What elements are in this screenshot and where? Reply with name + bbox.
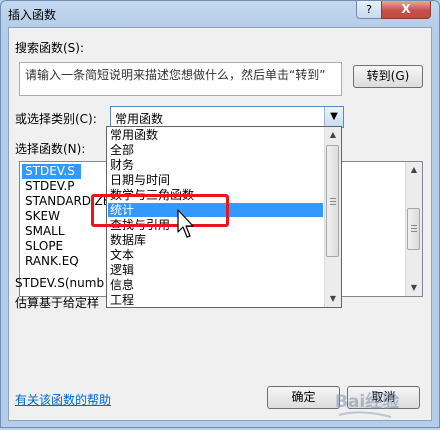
scroll-up-icon[interactable]: ▲ [325,127,341,143]
dropdown-item[interactable]: 数据库 [108,233,323,247]
function-list-scrollbar[interactable]: ▲ ▼ [405,162,422,296]
scrollbar-thumb[interactable] [407,208,420,250]
search-input[interactable]: 请输入一条简短说明来描述您想做什么，然后单击“转到” [19,62,342,96]
dropdown-item[interactable]: 日期与时间 [108,173,323,187]
dialog-title: 插入函数 [8,8,57,22]
function-list-label: 选择函数(N): [15,142,86,156]
watermark: Bai经验 [331,385,440,425]
dropdown-item[interactable]: 财务 [108,158,323,172]
function-description: 估算基于给定样 [15,296,100,310]
category-select[interactable]: 常用函数 ▼ [110,106,344,128]
dropdown-item[interactable]: 常用函数 [108,128,323,142]
close-button[interactable]: X [381,1,431,19]
ok-button[interactable]: 确定 [267,386,340,409]
list-item[interactable]: STDEV.S [22,164,81,179]
scroll-up-icon[interactable]: ▲ [406,162,422,178]
scroll-down-icon[interactable]: ▼ [406,280,422,296]
svg-text:Bai经验: Bai经验 [335,391,400,412]
help-button[interactable]: ? [356,1,382,19]
annotation-highlight-box [91,194,229,227]
function-signature: STDEV.S(numb [15,276,105,290]
category-label: 或选择类别(C): [15,112,97,126]
scroll-down-icon[interactable]: ▼ [325,291,341,307]
dropdown-item[interactable]: 工程 [108,293,323,307]
search-label: 搜索函数(S): [15,41,85,55]
mouse-pointer-icon [177,209,194,238]
dropdown-item[interactable]: 信息 [108,278,323,292]
scrollbar-thumb[interactable] [326,145,339,257]
chevron-down-icon[interactable]: ▼ [324,107,343,127]
dropdown-item[interactable]: 逻辑 [108,263,323,277]
dropdown-item[interactable]: 文本 [108,248,323,262]
category-selected-value: 常用函数 [115,112,164,126]
dropdown-scrollbar[interactable]: ▲ ▼ [324,127,341,307]
title-bar[interactable]: 插入函数 ? X [1,1,439,27]
go-button[interactable]: 转到(G) [353,65,423,88]
dropdown-item[interactable]: 全部 [108,143,323,157]
insert-function-dialog: 插入函数 ? X 搜索函数(S): 请输入一条简短说明来描述您想做什么，然后单击… [0,0,440,428]
function-help-link[interactable]: 有关该函数的帮助 [15,391,111,408]
